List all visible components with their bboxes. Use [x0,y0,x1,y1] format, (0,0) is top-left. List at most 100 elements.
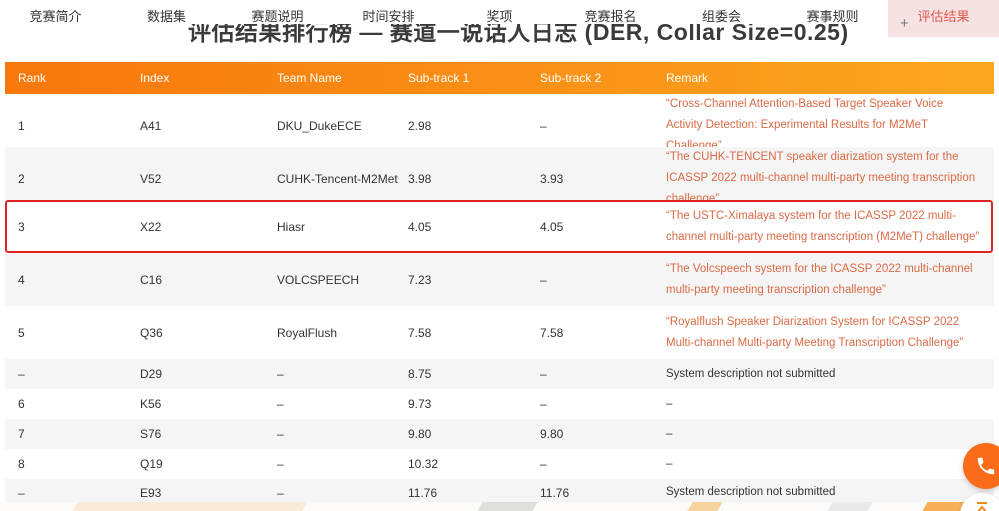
table-row: 7 S76 – 9.80 9.80 – [5,419,994,449]
cell-sub1: 8.75 [408,367,432,381]
remark-paper-link[interactable]: “The USTC-Ximalaya system for the ICASSP… [666,206,994,248]
cell-index: Q19 [140,457,163,471]
nav-tab-label: 赛题说明 [251,9,304,24]
cell-team: RoyalFlush [277,325,338,340]
cell-sub1: 2.98 [408,118,432,133]
banner-shape [827,502,873,511]
remark-paper-link[interactable]: “Royalflush Speaker Diarization System f… [666,312,994,354]
table-row: – D29 – 8.75 – System description not submitt… [5,359,994,389]
remark-paper-link[interactable]: “The Volcspeech system for the ICASSP 20… [666,259,994,301]
table-row: 1 A41 DKU_DukeECE 2.98– “Cross-Channel Atten… [5,94,994,152]
cell-rank: – [18,367,25,381]
banner-shape [72,502,308,511]
results-table: Rank Index Team Name Sub-track 1 Sub-track 2… [5,62,994,506]
cell-index: E93 [140,485,162,500]
cell-sub2: 9.80 [540,427,564,441]
cell-rank: – [18,485,25,500]
cell-team: – [277,485,284,500]
cell-sub2: – [540,457,547,471]
cell-team: VOLCSPEECH [277,272,360,287]
table-body: 1 A41 DKU_DukeECE 2.98– “Cross-Channel Atten… [5,94,994,506]
banner-shape [687,502,723,511]
cell-remark: System description not submitted [666,367,836,380]
column-header: Sub-track 2 [540,71,602,85]
cell-index: Q36 [140,325,163,340]
cell-rank: 4 [18,272,25,287]
nav-tab-label: 数据集 [146,9,186,24]
top-navigation: 竞赛简介 数据集 赛题说明 时间安排 奖项 竞赛报名 组委会 赛事规则 评估结果 + [0,0,999,37]
cell-sub2: 11.76 [540,485,570,500]
add-icon[interactable]: + [900,16,909,31]
table-row: 3 X22 Hiasr 4.05 4.05 “The USTC-Ximalaya syst… [5,200,994,253]
nav-tab-6[interactable]: 竞赛报名 [555,0,666,37]
cell-index: V52 [140,171,162,186]
nav-tab-label: 赛事规则 [806,9,859,24]
cell-sub2: 4.05 [540,219,564,234]
cell-remark: System description not submitted [666,486,836,498]
cell-sub1: 11.76 [408,485,438,500]
cell-team: – [277,427,284,441]
cell-rank: 7 [18,427,25,441]
cell-rank: 3 [18,219,25,234]
banner-shape [477,502,538,511]
cell-sub1: 10.32 [408,457,439,471]
cell-sub1: 7.23 [408,272,432,287]
cell-team: – [277,457,284,471]
cell-sub2: – [540,367,547,381]
cell-sub2: 3.93 [540,171,564,186]
cell-sub1: 9.80 [408,427,432,441]
cell-index: S76 [140,427,162,441]
cell-team: – [277,397,284,411]
table-row: 2 V52 CUHK-Tencent-M2Met 3.98 3.93 “The CUHK-… [5,147,994,205]
nav-tab-4[interactable]: 时间安排 [333,0,444,37]
nav-tab-label: 竞赛简介 [29,9,82,24]
cell-index: D29 [140,367,163,381]
nav-tab-label: 时间安排 [362,9,415,24]
table-row: 5 Q36 RoyalFlush 7.58 7.58 “Royalflush Speake… [5,306,994,359]
cell-remark: – [666,457,673,470]
table-header-row: Rank Index Team Name Sub-track 1 Sub-track 2… [5,62,994,94]
nav-tab-label: 组委会 [701,9,741,24]
cell-remark: – [666,397,673,410]
nav-tab-2[interactable]: 数据集 [111,0,222,37]
cell-index: K56 [140,397,162,411]
table-row: 6 K56 – 9.73 – – [5,389,994,419]
table-row: 4 C16 VOLCSPEECH 7.23 – “The Volcspeech syste… [5,253,994,306]
nav-tab-3[interactable]: 赛题说明 [222,0,333,37]
cell-rank: 5 [18,325,25,340]
cell-sub2: – [540,272,547,287]
cell-team: DKU_DukeECE [277,118,362,133]
cell-team: – [277,367,284,381]
nav-tab-5[interactable]: 奖项 [444,0,555,37]
chevron-up-to-top-icon [974,501,990,511]
nav-tab-8[interactable]: 赛事规则 [777,0,888,37]
cell-team: Hiasr [277,219,306,234]
cell-sub2: – [540,118,547,133]
column-header: Rank [18,71,47,85]
cell-index: A41 [140,118,162,133]
nav-tab-7[interactable]: 组委会 [666,0,777,37]
column-header: Remark [666,71,709,85]
nav-tab-9[interactable]: 评估结果 + [888,0,999,37]
cell-team: CUHK-Tencent-M2Met [277,171,398,186]
cell-rank: 1 [18,118,25,133]
cell-rank: 6 [18,397,25,411]
cell-rank: 2 [18,171,25,186]
nav-tab-label: 竞赛报名 [584,9,637,24]
cell-sub1: 9.73 [408,397,432,411]
column-header: Team Name [277,71,342,85]
cell-remark: – [666,427,673,440]
cell-index: C16 [140,272,163,287]
cell-rank: 8 [18,457,25,471]
cell-sub1: 3.98 [408,171,432,186]
footer-banner-sliver [0,502,999,511]
page: 评估结果排行榜 — 赛道一说话人日志 (DER, Collar Size=0.2… [0,0,999,511]
cell-index: X22 [140,219,162,234]
column-header: Sub-track 1 [408,71,470,85]
cell-sub1: 7.58 [408,325,432,340]
column-header: Index [140,71,170,85]
nav-tab-1[interactable]: 竞赛简介 [0,0,111,37]
table-row: 8 Q19 – 10.32 – – [5,449,994,479]
cell-sub2: 7.58 [540,325,564,340]
phone-icon [975,455,997,477]
